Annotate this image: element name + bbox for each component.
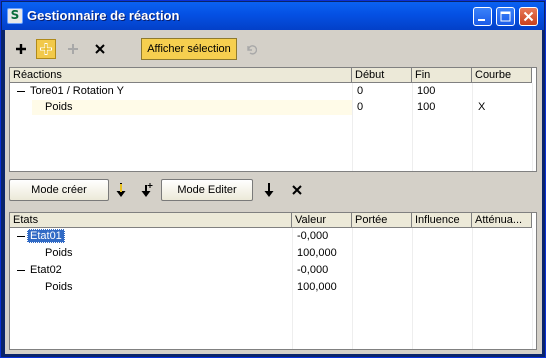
column-header-range[interactable]: Portée	[352, 213, 412, 228]
column-divider	[352, 228, 353, 349]
maximize-button[interactable]	[496, 7, 515, 26]
state-name[interactable]: Etat02	[30, 262, 62, 278]
create-mode-button[interactable]: Mode créer	[9, 179, 109, 201]
title-bar[interactable]: S Gestionnaire de réaction	[2, 2, 544, 30]
column-divider	[532, 83, 533, 171]
column-divider	[412, 83, 413, 171]
refresh-button[interactable]	[241, 39, 261, 59]
column-divider	[532, 228, 533, 349]
collapse-icon[interactable]	[17, 270, 25, 271]
delete-reaction-button[interactable]	[90, 39, 110, 59]
close-icon	[523, 11, 534, 22]
weight-label[interactable]: Poids	[45, 99, 73, 115]
insert-state-button[interactable]	[259, 180, 279, 200]
weight-end: 100	[417, 101, 436, 113]
weight-value: 100,000	[297, 247, 337, 259]
column-header-states[interactable]: Etats	[10, 213, 292, 228]
add-selected-button[interactable]	[36, 39, 56, 59]
show-selection-button[interactable]: Afficher sélection	[141, 38, 237, 60]
reaction-end: 100	[417, 85, 436, 97]
reaction-start: 0	[357, 85, 364, 97]
undo-icon	[247, 45, 257, 55]
column-header-curve[interactable]: Courbe	[472, 68, 532, 83]
states-list[interactable]: Etats Valeur Portée Influence Atténua...…	[9, 212, 537, 350]
column-header-value[interactable]: Valeur	[292, 213, 352, 228]
column-header-end[interactable]: Fin	[412, 68, 472, 83]
weight-value: 100,000	[297, 281, 337, 293]
app-icon: S	[7, 8, 23, 24]
x-icon	[292, 185, 302, 195]
plus-icon	[16, 44, 26, 54]
weight-curve[interactable]: X	[478, 99, 485, 115]
row-highlight	[32, 100, 352, 115]
collapse-icon[interactable]	[17, 236, 25, 237]
arrow-down-plus-icon	[141, 183, 153, 197]
collapse-icon[interactable]	[17, 91, 25, 92]
column-header-falloff[interactable]: Atténua...	[472, 213, 532, 228]
column-divider	[472, 228, 473, 349]
minimize-icon	[478, 19, 485, 21]
add-reaction-button[interactable]	[11, 39, 31, 59]
append-state-button[interactable]	[137, 180, 157, 200]
plus-yellow-icon	[40, 43, 52, 55]
reaction-name[interactable]: Tore01 / Rotation Y	[30, 83, 124, 99]
column-divider	[412, 228, 413, 349]
column-divider	[292, 228, 293, 349]
state-value: -0,000	[297, 264, 329, 276]
window-title: Gestionnaire de réaction	[27, 8, 180, 23]
add-state-button[interactable]	[111, 180, 131, 200]
column-header-influence[interactable]: Influence	[412, 213, 472, 228]
weight-label[interactable]: Poids	[45, 245, 73, 261]
delete-state-button[interactable]	[287, 180, 307, 200]
state-value: -0,000	[297, 230, 329, 242]
state-name-selected[interactable]: Etat01	[27, 229, 65, 243]
weight-start: 0	[357, 101, 364, 113]
maximize-icon	[500, 11, 511, 22]
add-target-button[interactable]	[63, 39, 83, 59]
minimize-button[interactable]	[473, 7, 492, 26]
reaction-manager-window: S Gestionnaire de réaction Afficher séle…	[0, 0, 546, 358]
edit-mode-button[interactable]: Mode Editer	[161, 179, 253, 201]
arrow-down-icon	[264, 183, 274, 197]
reactions-list[interactable]: Réactions Début Fin Courbe Tore01 / Rota…	[9, 67, 537, 172]
weight-label[interactable]: Poids	[45, 279, 73, 295]
plus-gray-icon	[68, 44, 78, 54]
column-divider	[472, 83, 473, 171]
arrow-down-yellow-icon	[116, 183, 126, 197]
column-divider	[352, 83, 353, 171]
state-name-cell[interactable]: Etat01	[27, 228, 65, 244]
states-toolbar: Mode créer Mode Editer	[5, 176, 542, 211]
x-icon	[95, 44, 105, 54]
client-area: Afficher sélection Réactions Début Fin C…	[5, 30, 542, 354]
close-button[interactable]	[519, 7, 538, 26]
column-header-start[interactable]: Début	[352, 68, 412, 83]
column-header-reactions[interactable]: Réactions	[10, 68, 352, 83]
